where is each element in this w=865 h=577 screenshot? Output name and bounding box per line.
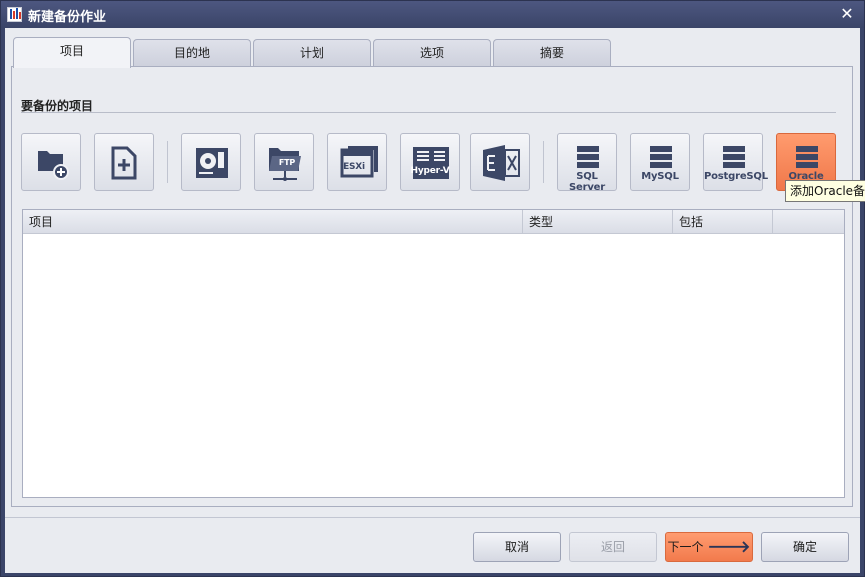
cancel-button[interactable]: 取消 — [473, 532, 561, 562]
footer-divider — [5, 517, 860, 518]
add-file-button[interactable] — [94, 133, 154, 191]
tab-summary[interactable]: 摘要 — [493, 39, 611, 67]
hyper-v-label: Hyper-V — [410, 166, 450, 176]
section-divider — [21, 112, 836, 113]
column-header-item[interactable]: 项目 — [23, 210, 523, 234]
items-panel: 要备份的项目 FTP ESXi Hyper-V SQL Server MySQL… — [11, 66, 853, 507]
mysql-label: MySQL — [641, 171, 679, 182]
table-header: 项目 类型 包括 — [23, 210, 844, 234]
tab-destination[interactable]: 目的地 — [133, 39, 251, 67]
app-logo-icon — [7, 7, 22, 22]
tab-items[interactable]: 项目 — [13, 37, 131, 68]
window-title: 新建备份作业 — [28, 10, 107, 25]
mysql-button[interactable]: MySQL — [630, 133, 690, 191]
hyper-v-icon — [413, 147, 449, 179]
database-icon — [650, 146, 672, 168]
backup-items-table[interactable]: 项目 类型 包括 — [22, 209, 845, 498]
column-header-include[interactable]: 包括 — [673, 210, 773, 234]
back-button[interactable]: 返回 — [569, 532, 657, 562]
tab-schedule[interactable]: 计划 — [253, 39, 371, 67]
column-header-type[interactable]: 类型 — [523, 210, 673, 234]
hyper-v-button[interactable]: Hyper-V — [400, 133, 460, 191]
tab-options[interactable]: 选项 — [373, 39, 491, 67]
esxi-button[interactable]: ESXi — [327, 133, 387, 191]
folder-plus-icon — [38, 151, 69, 180]
title-bar[interactable]: 新建备份作业 ✕ — [1, 1, 864, 28]
postgresql-button[interactable]: PostgreSQL — [703, 133, 768, 191]
backup-job-window: 新建备份作业 ✕ 项目 目的地 计划 选项 摘要 要备份的项目 FTP ESXi… — [0, 0, 865, 577]
database-icon — [723, 146, 745, 168]
arrow-right-icon: 🡒 — [707, 537, 751, 556]
next-button-label: 下一个 — [667, 540, 704, 554]
toolbar-separator — [167, 141, 168, 183]
file-plus-icon — [111, 146, 137, 180]
close-icon[interactable]: ✕ — [838, 4, 856, 24]
oracle-tooltip: 添加Oracle备 — [785, 180, 865, 202]
toolbar-separator — [543, 141, 544, 183]
hard-disk-icon — [196, 148, 228, 178]
ftp-button[interactable]: FTP — [254, 133, 314, 191]
add-folder-button[interactable] — [21, 133, 81, 191]
ftp-label: FTP — [278, 158, 296, 167]
ok-button[interactable]: 确定 — [761, 532, 849, 562]
exchange-icon — [483, 145, 520, 181]
sql-server-button[interactable]: SQL Server — [557, 133, 617, 193]
disk-image-button[interactable] — [181, 133, 241, 191]
exchange-button[interactable] — [470, 133, 530, 191]
postgresql-label: PostgreSQL — [704, 171, 768, 182]
esxi-label: ESXi — [343, 162, 365, 172]
dialog-client-area: 项目 目的地 计划 选项 摘要 要备份的项目 FTP ESXi Hyper-V … — [5, 28, 860, 573]
sql-server-label: SQL Server — [569, 171, 605, 193]
next-button[interactable]: 下一个 🡒 — [665, 532, 753, 562]
